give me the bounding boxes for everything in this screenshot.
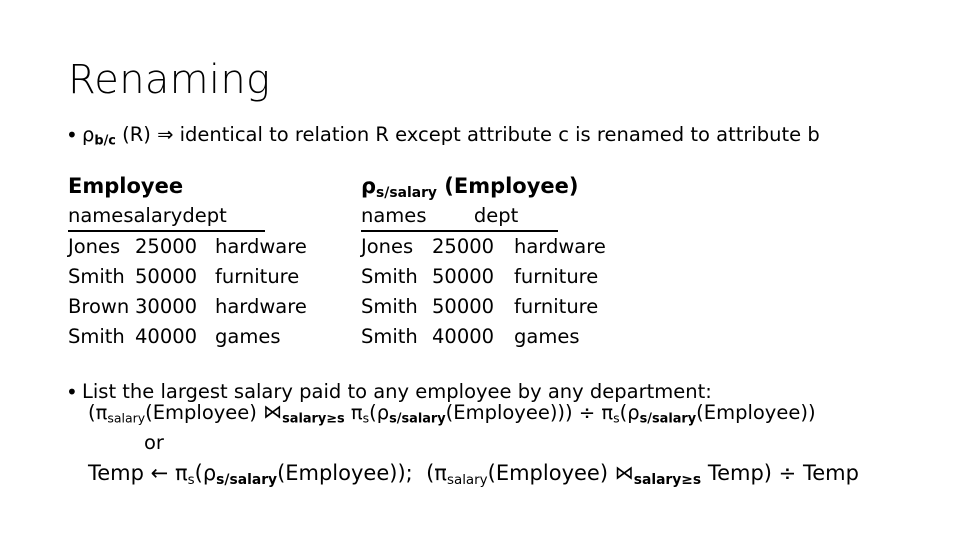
cell-name: Smith <box>68 325 125 348</box>
cell-s: 50000 <box>432 265 495 288</box>
relation-employee: (Employee) <box>487 461 615 485</box>
cell-salary: 30000 <box>135 295 198 318</box>
temp-relation: Temp <box>88 461 151 485</box>
table-renamed: ρs/salary (Employee) name s dept Jones 2… <box>361 172 634 352</box>
temp-relation: Temp <box>802 461 859 485</box>
rho-subscript: b/c <box>94 133 116 149</box>
table-renamed-header-row: name s dept <box>361 202 558 232</box>
cell-name: Smith <box>68 265 125 288</box>
table-row: Smith 50000 furniture <box>361 292 634 322</box>
cell-dept: furniture <box>215 265 300 288</box>
join-icon: ⋈ <box>614 462 634 484</box>
paren-open: ( <box>369 401 377 424</box>
pi-symbol: π <box>434 461 447 485</box>
cell-salary: 40000 <box>135 325 198 348</box>
assignment-arrow-icon: ← <box>150 461 169 485</box>
column-header-name: name <box>68 204 124 227</box>
cell-s: 50000 <box>432 295 495 318</box>
cell-dept: hardware <box>215 235 307 258</box>
cell-name: Jones <box>361 235 414 258</box>
column-header-salary: salary <box>123 204 183 227</box>
table-row: Jones 25000 hardware <box>361 232 634 262</box>
column-header-s: s <box>416 204 427 227</box>
table-employee: Employee name salary dept Jones 25000 ha… <box>68 172 335 352</box>
pi-symbol: π <box>601 401 614 424</box>
formula-division-expression: (πsalary(Employee) ⋈salary≥s πs(ρs/salar… <box>88 400 816 433</box>
paren-open: ( <box>194 461 203 485</box>
rho-subscript: s/salary <box>376 184 437 201</box>
table-row: Brown 30000 hardware <box>68 292 335 322</box>
slide-canvas: Renaming • ρb/c (R) ⇒ identical to relat… <box>0 0 960 540</box>
table-renamed-title: ρs/salary (Employee) <box>361 172 634 201</box>
table-row: Jones 25000 hardware <box>68 232 335 262</box>
cell-dept: hardware <box>514 235 606 258</box>
table-employee-grid: name salary dept Jones 25000 hardware Sm… <box>68 202 335 352</box>
cell-dept: games <box>514 325 580 348</box>
rho-symbol: ρ <box>627 401 640 424</box>
rho-symbol: ρ <box>82 123 95 146</box>
table-employee-title: Employee <box>68 174 184 198</box>
pi-symbol: π <box>174 461 188 485</box>
column-header-dept: dept <box>473 204 519 227</box>
column-header-name: name <box>361 204 417 227</box>
table-row: Smith 40000 games <box>361 322 634 352</box>
rho-subscript: s/salary <box>216 471 278 488</box>
cell-dept: furniture <box>514 265 599 288</box>
cell-name: Smith <box>361 325 418 348</box>
cell-salary: 25000 <box>135 235 198 258</box>
relation-employee: (Employee))) <box>445 401 573 424</box>
division-operator: ÷ <box>572 401 602 424</box>
rename-definition-rest: (R) ⇒ identical to relation R except att… <box>115 123 820 146</box>
cell-name: Brown <box>68 295 130 318</box>
table-renamed-title-suffix: (Employee) <box>436 174 579 198</box>
cell-dept: games <box>215 325 281 348</box>
pi-symbol: π <box>350 401 363 424</box>
temp-relation: Temp) <box>701 461 772 485</box>
formula-or-label: or <box>144 431 164 454</box>
rho-symbol: ρ <box>361 174 377 198</box>
division-operator: ÷ <box>772 461 803 485</box>
page-title: Renaming <box>68 57 271 103</box>
cell-name: Smith <box>361 265 418 288</box>
table-row: Smith 40000 games <box>68 322 335 352</box>
pi-subscript: s <box>187 472 195 488</box>
rho-symbol: ρ <box>376 401 390 424</box>
join-subscript: salary≥s <box>282 411 345 427</box>
cell-salary: 50000 <box>135 265 198 288</box>
relation-employee: (Employee)) <box>696 401 816 424</box>
column-header-dept: dept <box>182 204 227 227</box>
relation-employee: (Employee) <box>145 401 264 424</box>
relation-employee: (Employee)); <box>277 461 413 485</box>
table-row: Smith 50000 furniture <box>68 262 335 292</box>
cell-dept: hardware <box>215 295 307 318</box>
join-icon: ⋈ <box>263 401 283 423</box>
table-employee-header-row: name salary dept <box>68 202 265 232</box>
pi-subscript: salary <box>107 410 146 426</box>
rho-subscript: s/salary <box>389 411 446 427</box>
table-row: Smith 50000 furniture <box>361 262 634 292</box>
bullet-marker: • <box>66 123 78 147</box>
bullet-rename-definition: • ρb/c (R) ⇒ identical to relation R exc… <box>66 122 820 155</box>
formula-temp-expression: Temp ← πs(ρs/salary(Employee)); (πsalary… <box>88 459 859 495</box>
bullet-marker: • <box>66 380 78 404</box>
cell-name: Smith <box>361 295 418 318</box>
bullet-rename-text: ρb/c (R) ⇒ identical to relation R excep… <box>82 122 820 155</box>
join-subscript: salary≥s <box>633 471 702 488</box>
rho-symbol: ρ <box>202 461 217 485</box>
paren-open: ( <box>88 401 96 424</box>
rho-subscript: s/salary <box>639 411 697 427</box>
cell-s: 25000 <box>432 235 495 258</box>
pi-symbol: π <box>95 401 108 424</box>
cell-s: 40000 <box>432 325 495 348</box>
cell-name: Jones <box>68 235 121 258</box>
table-renamed-grid: name s dept Jones 25000 hardware Smith 5… <box>361 202 634 352</box>
cell-dept: furniture <box>514 295 599 318</box>
pi-subscript: salary <box>446 472 488 488</box>
